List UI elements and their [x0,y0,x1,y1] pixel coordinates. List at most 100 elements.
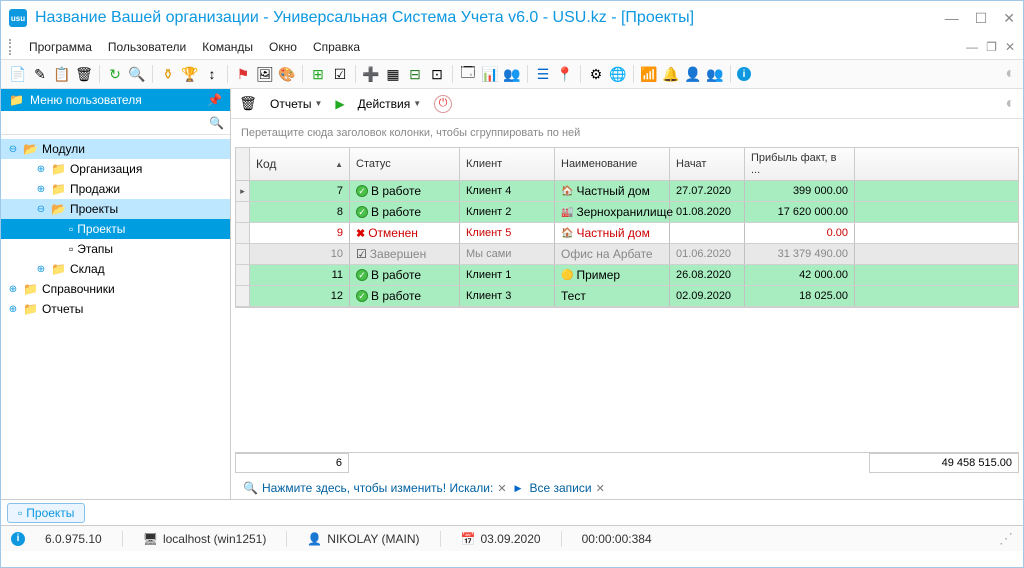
table-row[interactable]: 11✓В работеКлиент 1🟡Пример26.08.202042 0… [236,265,1018,286]
tb-globe-icon[interactable]: 🌐 [609,65,627,83]
tb-export-icon[interactable]: ⊡ [428,65,446,83]
tb-flag-icon[interactable]: ⚑ [234,65,252,83]
tree-organization[interactable]: ⊕ 📁 Организация [1,159,230,179]
tree-projects-sub[interactable]: ▫ Проекты [1,219,230,239]
clear-all-icon[interactable]: ✕ [596,482,605,495]
tb-sort-icon[interactable]: ↕ [203,65,221,83]
tree-reports[interactable]: ⊕ 📁 Отчеты [1,299,230,319]
sb-time: 00:00:00:384 [582,532,652,546]
tb-bell-icon[interactable]: 🔔 [662,65,680,83]
tree-label: Проекты [70,202,118,216]
minimize-button[interactable]: — [945,10,959,27]
tb-edit-icon[interactable]: ✎ [31,65,49,83]
tb-trophy-icon[interactable]: 🏆 [181,65,199,83]
clear-filter-icon[interactable]: ✕ [497,482,506,495]
menu-help[interactable]: Справка [307,38,366,56]
cell-code: 9 [250,223,350,243]
help-icon[interactable]: ◐ [1005,95,1015,113]
tb-color-icon[interactable]: 🎨 [278,65,296,83]
expand-icon[interactable]: ⊕ [35,164,47,175]
mdi-minimize-icon[interactable]: — [966,40,978,54]
footer-count: 6 [235,453,349,473]
tree-sales[interactable]: ⊕ 📁 Продажи [1,179,230,199]
col-code[interactable]: Код▲ [250,148,350,180]
tb-group-icon[interactable]: 👥 [706,65,724,83]
expand-icon[interactable]: ⊕ [35,264,47,275]
tb-tree-icon[interactable]: ☑ [331,65,349,83]
table-row[interactable]: ▸7✓В работеКлиент 4🏠Частный дом27.07.202… [236,181,1018,202]
menu-commands[interactable]: Команды [196,38,259,56]
content-area: 🗑 Отчеты ▼ ▶ Действия ▼ ⏻ ◐ Перетащите с… [231,89,1023,499]
table-row[interactable]: 9✖ОтмененКлиент 5🏠Частный дом0.00 [236,223,1018,244]
tb-add-icon[interactable]: ➕ [362,65,380,83]
tb-chart-icon[interactable]: 📊 [481,65,499,83]
col-profit[interactable]: Прибыль факт, в ... [745,148,855,180]
tb-people-icon[interactable]: 👥 [503,65,521,83]
cell-client: Клиент 1 [460,265,555,285]
row-indicator [236,202,250,222]
table-row[interactable]: 8✓В работеКлиент 2🏭Зернохранилище01.08.2… [236,202,1018,223]
tree-modules[interactable]: ⊖ 📂 Модули [1,139,230,159]
expand-icon[interactable]: ⊕ [35,184,47,195]
tb-list-icon[interactable]: ☰ [534,65,552,83]
tb-search-icon[interactable]: 🔍 [128,65,146,83]
cell-date [670,223,745,243]
expand-icon[interactable]: ⊕ [7,284,19,295]
menu-users[interactable]: Пользователи [102,38,192,56]
info-icon[interactable]: i [11,532,25,546]
titlebar: usu Название Вашей организации - Универс… [1,1,1023,35]
filter-edit-hint[interactable]: Нажмите здесь, чтобы изменить! Искали: [262,481,493,495]
close-button[interactable]: ✕ [1003,10,1015,27]
col-name[interactable]: Наименование [555,148,670,180]
tb-info-icon[interactable]: i [737,67,751,81]
tree-projects[interactable]: ⊖ 📂 Проекты [1,199,230,219]
tab-projects[interactable]: ▫ Проекты [7,503,85,523]
tb-help-icon[interactable]: ◐ [1005,65,1015,83]
delete-icon[interactable]: 🗑 [239,95,257,113]
sb-host: 🖥 localhost (win1251) [143,532,267,546]
mdi-restore-icon[interactable]: ❐ [986,40,997,54]
tb-rss-icon[interactable]: 📶 [640,65,658,83]
power-icon[interactable]: ⏻ [434,95,452,113]
tb-image-icon[interactable]: 🖼 [256,65,274,83]
tree-warehouse[interactable]: ⊕ 📁 Склад [1,259,230,279]
tree-directories[interactable]: ⊕ 📁 Справочники [1,279,230,299]
cell-name: 🟡Пример [555,265,670,285]
collapse-icon[interactable]: ⊖ [35,204,47,215]
col-started[interactable]: Начат [670,148,745,180]
tb-user-icon[interactable]: 👤 [684,65,702,83]
cell-code: 12 [250,286,350,306]
reports-dropdown[interactable]: Отчеты ▼ [263,94,329,114]
tb-window-icon[interactable]: 🗔 [459,65,477,83]
col-status[interactable]: Статус [350,148,460,180]
tb-delete-icon[interactable]: 🗑 [75,65,93,83]
tree-stages[interactable]: ▫ Этапы [1,239,230,259]
table-row[interactable]: 10☑ЗавершенМы самиОфис на Арбате01.06.20… [236,244,1018,265]
window-title: Название Вашей организации - Универсальн… [35,9,945,27]
actions-dropdown[interactable]: Действия ▼ [351,94,429,114]
tb-columns-icon[interactable]: ⊞ [309,65,327,83]
tb-copy-icon[interactable]: 📋 [53,65,71,83]
data-grid: Код▲ Статус Клиент Наименование Начат Пр… [235,147,1019,308]
menu-program[interactable]: Программа [23,38,98,56]
tb-pin-icon[interactable]: 📍 [556,65,574,83]
tb-gear-icon[interactable]: ⚙ [587,65,605,83]
tb-new-icon[interactable]: 📄 [9,65,27,83]
col-client[interactable]: Клиент [460,148,555,180]
filter-all-records[interactable]: Все записи [529,481,591,495]
cell-name: Тест [555,286,670,306]
tb-table-icon[interactable]: ▦ [384,65,402,83]
maximize-button[interactable]: ☐ [975,10,988,27]
collapse-icon[interactable]: ⊖ [7,144,19,155]
resize-grip-icon[interactable]: ⋰ [999,530,1013,547]
pin-icon[interactable]: 📌 [207,93,222,107]
tb-excel-icon[interactable]: ⊟ [406,65,424,83]
tb-refresh-icon[interactable]: ↻ [106,65,124,83]
search-icon[interactable]: 🔍 [209,116,224,130]
mdi-close-icon[interactable]: ✕ [1005,40,1015,54]
expand-icon[interactable]: ⊕ [7,304,19,315]
tb-filter-icon[interactable]: ⚱ [159,65,177,83]
cell-status: ✖Отменен [350,223,460,243]
menu-window[interactable]: Окно [263,38,303,56]
table-row[interactable]: 12✓В работеКлиент 3Тест02.09.202018 025.… [236,286,1018,307]
